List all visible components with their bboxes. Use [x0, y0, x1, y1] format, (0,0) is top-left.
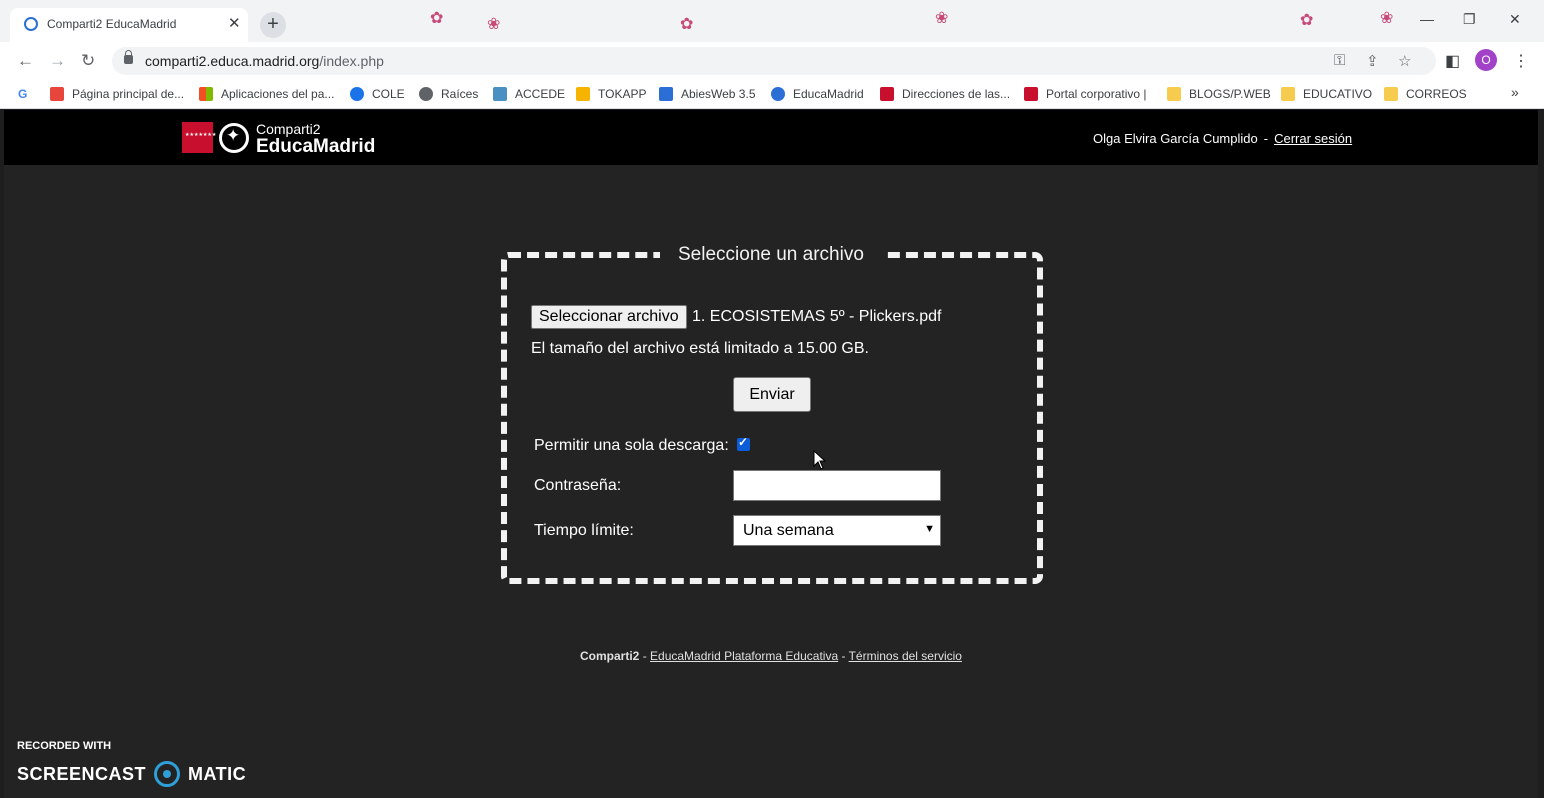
browser-tab[interactable]: Comparti2 EducaMadrid ✕: [10, 8, 248, 42]
abies-icon: [659, 87, 673, 101]
microsoft-icon: [199, 87, 213, 101]
bookmark-folder[interactable]: CORREOS: [1384, 85, 1467, 103]
bookmark-item[interactable]: AbiesWeb 3.5: [659, 85, 756, 103]
upload-form: Seleccione un archivo Seleccionar archiv…: [501, 244, 1043, 584]
flower-decoration-icon: ❀: [487, 16, 501, 33]
back-arrow-icon[interactable]: ←: [17, 51, 34, 71]
user-area: Olga Elvira García Cumplido - Cerrar sesió…: [1093, 131, 1352, 146]
footer-sep: -: [639, 649, 651, 663]
list-icon: [493, 87, 507, 101]
single-download-checkbox[interactable]: [737, 435, 750, 451]
tokapp-icon: [576, 87, 590, 101]
educamadrid-favicon-icon: [24, 17, 38, 31]
user-name: Olga Elvira García Cumplido: [1093, 131, 1258, 146]
separator: -: [1263, 131, 1269, 146]
globe-icon: [419, 87, 433, 101]
upload-legend: Seleccione un archivo: [660, 244, 882, 266]
bookmark-item[interactable]: TOKAPP: [576, 85, 646, 103]
more-bookmarks-icon[interactable]: »: [1511, 84, 1519, 100]
key-icon[interactable]: ⚿: [1334, 52, 1345, 69]
screencast-logo-icon: [154, 761, 181, 787]
bookmark-item[interactable]: Direcciones de las...: [880, 85, 1010, 103]
share-icon[interactable]: ⇪: [1366, 52, 1379, 70]
bookmark-item[interactable]: Página principal de...: [50, 85, 184, 103]
close-window-icon[interactable]: ✕: [1509, 11, 1521, 28]
folder-icon: [1384, 87, 1398, 101]
bookmark-item[interactable]: EducaMadrid: [771, 85, 864, 103]
send-button[interactable]: Enviar: [733, 377, 811, 412]
forward-arrow-icon[interactable]: →: [49, 51, 66, 71]
site-header: Comparti2 EducaMadrid Olga Elvira García…: [4, 110, 1538, 165]
selected-file-name: 1. ECOSISTEMAS 5º - Plickers.pdf: [692, 308, 942, 325]
size-limit-text: El tamaño del archivo está limitado a 15…: [531, 340, 869, 357]
flower-decoration-icon: ✿: [680, 16, 694, 33]
browser-toolbar: ← → ↻ comparti2.educa.madrid.org/index.p…: [0, 42, 1544, 80]
footer-sep: -: [838, 649, 849, 663]
star-bookmark-icon[interactable]: ☆: [1398, 52, 1411, 70]
terms-of-service-link[interactable]: Términos del servicio: [849, 649, 962, 663]
time-limit-label: Tiempo límite:: [534, 522, 634, 539]
flower-decoration-icon: ✿: [430, 10, 444, 27]
bookmarks-bar: G Página principal de... Aplicaciones de…: [0, 80, 1544, 109]
single-download-label: Permitir una sola descarga:: [534, 437, 729, 454]
side-panel-icon[interactable]: ◧: [1445, 51, 1460, 71]
comunidad-madrid-flag-icon: [182, 122, 216, 153]
bookmark-item[interactable]: Portal corporativo |: [1024, 85, 1147, 103]
new-tab-button[interactable]: +: [260, 12, 286, 38]
flower-decoration-icon: ❀: [935, 10, 949, 27]
lock-icon: [124, 50, 133, 64]
folder-icon: [1167, 87, 1181, 101]
restore-icon[interactable]: ❐: [1463, 11, 1476, 28]
minimize-icon[interactable]: —: [1420, 11, 1434, 27]
bookmark-item[interactable]: Raíces: [419, 85, 478, 103]
close-tab-icon[interactable]: ✕: [228, 14, 241, 32]
profile-avatar[interactable]: O: [1475, 49, 1497, 71]
dat-icon: [880, 87, 894, 101]
time-limit-select[interactable]: Una semana ▼: [733, 515, 941, 546]
page-footer: Comparti2 - EducaMadrid Plataforma Educa…: [4, 649, 1538, 663]
globe-icon: [350, 87, 364, 101]
google-icon[interactable]: G: [18, 85, 27, 103]
bookmark-item[interactable]: ACCEDE: [493, 85, 565, 103]
educamadrid-logo-icon: [219, 123, 249, 153]
browser-tab-bar: Comparti2 EducaMadrid ✕ + ✿ ❀ ✿ ❀ ✿ ❀ — …: [0, 0, 1544, 42]
folder-icon: [1281, 87, 1295, 101]
bookmark-item[interactable]: COLE: [350, 85, 405, 103]
office-icon: [50, 87, 64, 101]
bookmark-folder[interactable]: BLOGS/P.WEB: [1167, 85, 1271, 103]
portal-icon: [1024, 87, 1038, 101]
logout-link[interactable]: Cerrar sesión: [1274, 131, 1352, 146]
time-limit-value: Una semana: [743, 522, 834, 539]
educamadrid-icon: [771, 87, 785, 101]
footer-brand: Comparti2: [580, 649, 640, 663]
url-text: comparti2.educa.madrid.org/index.php: [145, 53, 384, 69]
flower-decoration-icon: ❀: [1380, 10, 1394, 27]
bookmark-item[interactable]: Aplicaciones del pa...: [199, 85, 334, 103]
page-content: Comparti2 EducaMadrid Olga Elvira García…: [4, 110, 1538, 798]
select-file-button[interactable]: Seleccionar archivo: [531, 305, 687, 329]
bookmark-folder[interactable]: EDUCATIVO: [1281, 85, 1372, 103]
password-input[interactable]: [733, 470, 941, 501]
watermark-caption: RECORDED WITH: [17, 740, 112, 752]
logo-subtitle: Comparti2: [256, 121, 321, 137]
logo-title: EducaMadrid: [256, 136, 376, 157]
screencast-watermark: SCREENCAST MATIC: [17, 761, 246, 787]
chevron-down-icon: ▼: [924, 523, 935, 535]
address-bar[interactable]: comparti2.educa.madrid.org/index.php ⚿ ⇪…: [112, 47, 1436, 75]
password-label: Contraseña:: [534, 477, 622, 494]
tab-title: Comparti2 EducaMadrid: [47, 17, 177, 31]
reload-icon[interactable]: ↻: [81, 51, 95, 71]
flower-decoration-icon: ✿: [1300, 12, 1314, 29]
menu-dots-icon[interactable]: ⋮: [1513, 51, 1529, 71]
educamadrid-platform-link[interactable]: EducaMadrid Plataforma Educativa: [650, 649, 838, 663]
